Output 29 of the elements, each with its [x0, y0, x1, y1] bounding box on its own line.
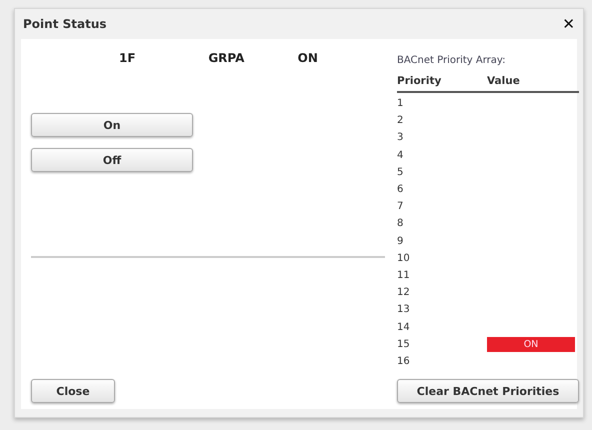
column-header: Value	[487, 75, 520, 89]
priority-number: 10	[397, 252, 411, 264]
command-button[interactable]: On	[31, 113, 193, 137]
command-button[interactable]: Off	[31, 148, 193, 172]
priority-number: 16	[397, 356, 411, 367]
column-header: Priority	[397, 75, 442, 89]
priority-number: 14	[397, 322, 411, 333]
point-field: GRPA	[208, 51, 298, 105]
priority-number: 8	[397, 218, 404, 230]
priority-number: 4	[397, 150, 404, 161]
priority-number: 12	[397, 287, 411, 298]
window-title: Point Status	[23, 17, 107, 31]
priority-number: 3	[397, 132, 404, 144]
close-button[interactable]: Close	[31, 379, 115, 403]
priority-number: 13	[397, 304, 411, 316]
point-field: ON	[298, 51, 387, 105]
priority-number: 7	[397, 201, 404, 212]
priority-number: 5	[397, 166, 404, 178]
priority-array-title: BACnet Priority Array:	[397, 55, 506, 68]
priority-number: 1	[397, 98, 404, 110]
priority-number: 15	[397, 338, 411, 350]
point-field: 1F	[119, 51, 208, 105]
priority-number: 2	[397, 115, 404, 126]
close-icon[interactable]: ✕	[562, 15, 575, 33]
priority-number: 6	[397, 184, 404, 196]
clear-priorities-button[interactable]: Clear BACnet Priorities	[397, 379, 579, 403]
priority-number: 11	[397, 270, 411, 281]
priority-value: ON	[487, 336, 575, 352]
priority-number: 9	[397, 236, 404, 247]
